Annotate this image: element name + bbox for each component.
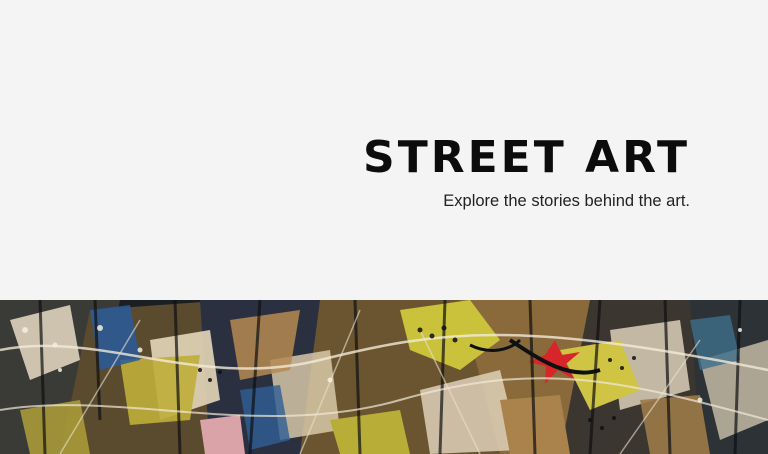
graffiti-collage-illustration — [0, 300, 768, 454]
page-subtitle: Explore the stories behind the art. — [443, 192, 690, 210]
hero-text-block: STREET ART Explore the stories behind th… — [363, 132, 690, 211]
page-title: STREET ART — [363, 132, 690, 183]
street-art-banner-image — [0, 300, 768, 454]
page: STREET ART Explore the stories behind th… — [0, 0, 768, 454]
hero-section: STREET ART Explore the stories behind th… — [0, 0, 768, 300]
